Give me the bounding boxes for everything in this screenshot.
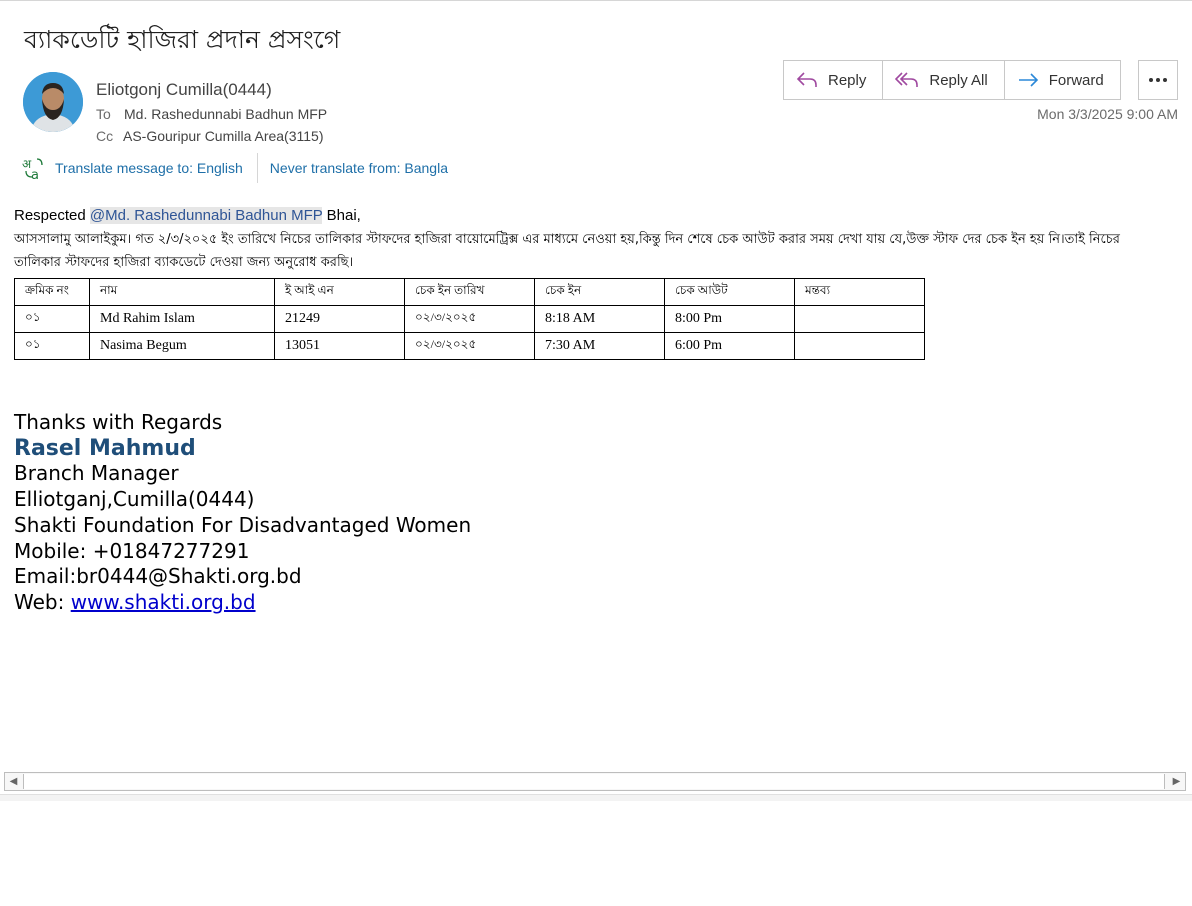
mention-recipient[interactable]: @Md. Rashedunnabi Badhun MFP xyxy=(89,207,323,224)
reply-label: Reply xyxy=(828,71,867,89)
message-actions: Reply Reply All Forward xyxy=(783,60,1121,100)
forward-button[interactable]: Forward xyxy=(1005,61,1120,99)
scroll-left-icon[interactable]: ◀ xyxy=(5,773,22,790)
reply-all-label: Reply All xyxy=(929,71,988,89)
table-cell: 13051 xyxy=(274,332,405,360)
scrollbar-thumb[interactable] xyxy=(23,774,1165,789)
signature-mobile: Mobile: +01847277291 xyxy=(14,538,250,563)
table-cell: 21249 xyxy=(274,305,405,333)
web-link[interactable]: www.shakti.org.bd xyxy=(71,590,256,614)
table-cell: 6:00 Pm xyxy=(664,332,795,360)
svg-text:a: a xyxy=(31,168,39,180)
never-translate-link[interactable]: Never translate from: Bangla xyxy=(270,160,448,176)
more-actions-button[interactable] xyxy=(1138,60,1178,100)
table-cell: Md Rahim Islam xyxy=(89,305,275,333)
signature-name: Rasel Mahmud xyxy=(14,435,196,461)
translate-separator xyxy=(256,153,258,183)
email-subject: ব্যাকডেটি হাজিরা প্রদান প্রসংগে xyxy=(24,25,341,54)
table-header-cell: চেক ইন xyxy=(534,278,665,306)
more-icon xyxy=(1149,78,1167,82)
table-cell: ০১ xyxy=(14,332,90,360)
cc-label: Cc xyxy=(96,128,114,144)
table-cell: Nasima Begum xyxy=(89,332,275,360)
table-header-cell: ই আই এন xyxy=(274,278,405,306)
to-recipient[interactable]: Md. Rashedunnabi Badhun MFP xyxy=(124,106,327,122)
table-header-cell: মন্তব্য xyxy=(794,278,925,306)
table-cell: 8:00 Pm xyxy=(664,305,795,333)
signature-web: Web: www.shakti.org.bd xyxy=(14,590,471,616)
translate-message-link[interactable]: Translate message to: English xyxy=(55,160,243,176)
web-label: Web: xyxy=(14,589,71,614)
greeting-prefix: Respected xyxy=(14,207,90,224)
forward-icon xyxy=(1018,73,1038,87)
scroll-right-icon[interactable]: ▶ xyxy=(1168,773,1185,790)
table-header-cell: চেক আউট xyxy=(664,278,795,306)
status-bar xyxy=(0,794,1192,801)
table-row: ০১ Nasima Begum 13051 ০২/৩/২০২৫ 7:30 AM … xyxy=(14,332,925,360)
sender-avatar[interactable] xyxy=(23,72,83,132)
horizontal-scrollbar[interactable]: ◀ ▶ xyxy=(4,772,1186,791)
to-label: To xyxy=(96,106,111,122)
signature-block: Thanks with Regards Rasel Mahmud Branch … xyxy=(14,410,471,616)
translate-icon: अ a xyxy=(22,157,43,180)
table-cell: 7:30 AM xyxy=(534,332,665,360)
message-body: আসসালামু আলাইকুম। গত ২/৩/২০২৫ ইং তারিখে … xyxy=(14,232,1120,270)
forward-label: Forward xyxy=(1048,71,1104,89)
translate-bar: अ a Translate message to: English Never … xyxy=(22,153,448,183)
table-cell xyxy=(794,305,925,333)
attendance-table: ক্রমিক নং নাম ই আই এন চেক ইন তারিখ চেক ই… xyxy=(14,278,925,360)
signature-thanks: Thanks with Regards xyxy=(14,410,223,434)
signature-branch: Elliotganj,Cumilla(0444) xyxy=(14,487,255,512)
reply-button[interactable]: Reply xyxy=(784,61,884,99)
signature-email: Email:br0444@Shakti.org.bd xyxy=(14,564,302,589)
table-cell: ০২/৩/২০২৫ xyxy=(404,332,535,360)
table-cell: ০১ xyxy=(14,305,90,333)
greeting: Respected @Md. Rashedunnabi Badhun MFP B… xyxy=(14,207,361,224)
table-header-cell: ক্রমিক নং xyxy=(14,278,90,306)
table-header-cell: চেক ইন তারিখ xyxy=(404,278,535,306)
table-cell: 8:18 AM xyxy=(534,305,665,333)
table-header-cell: নাম xyxy=(89,278,275,306)
table-cell xyxy=(794,332,925,360)
greeting-suffix: Bhai, xyxy=(322,207,361,224)
cc-recipient[interactable]: AS-Gouripur Cumilla Area(3115) xyxy=(123,128,324,144)
signature-org: Shakti Foundation For Disadvantaged Wome… xyxy=(14,512,472,537)
signature-title: Branch Manager xyxy=(14,461,179,486)
reply-all-icon xyxy=(895,72,919,87)
top-divider xyxy=(0,0,1192,1)
table-cell: ০২/৩/২০২৫ xyxy=(404,305,535,333)
table-row: ০১ Md Rahim Islam 21249 ০২/৩/২০২৫ 8:18 A… xyxy=(14,305,925,333)
reply-all-button[interactable]: Reply All xyxy=(883,61,1005,99)
sender-name[interactable]: Eliotgonj Cumilla(0444) xyxy=(96,80,272,100)
table-header-row: ক্রমিক নং নাম ই আই এন চেক ইন তারিখ চেক ই… xyxy=(14,278,925,306)
message-date: Mon 3/3/2025 9:00 AM xyxy=(1037,106,1178,122)
reply-icon xyxy=(796,72,817,87)
